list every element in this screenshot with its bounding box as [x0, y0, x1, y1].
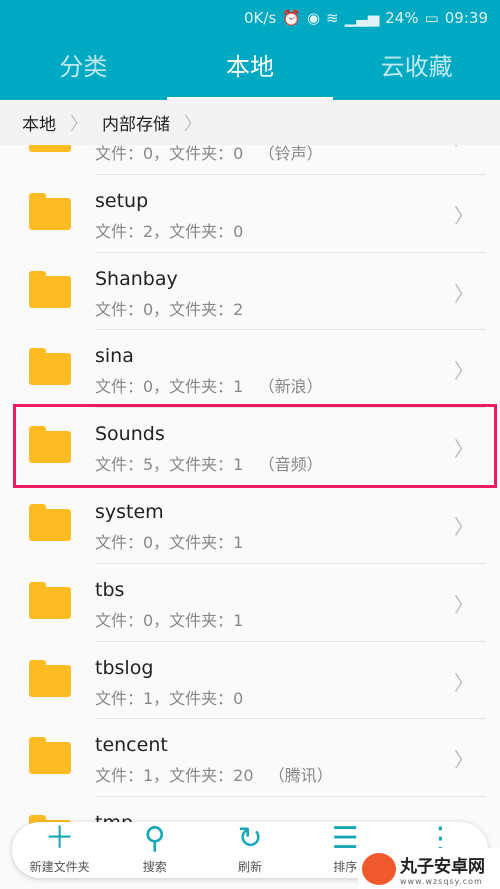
chevron-right-icon: 〉 — [454, 281, 474, 306]
tab-local[interactable]: 本地 — [166, 36, 334, 100]
folder-name: Shanbay — [95, 267, 178, 290]
file-row[interactable]: tbslog 文件：1，文件夹：0 〉 — [0, 641, 500, 720]
file-row[interactable]: Shanbay 文件：0，文件夹：2 〉 — [0, 252, 500, 331]
plus-icon: ＋ — [44, 821, 75, 856]
alarm-icon: ⏰ — [282, 9, 301, 27]
network-speed: 0K/s — [244, 9, 277, 27]
folder-icon — [29, 737, 71, 775]
tab-bar: 分类 本地 云收藏 — [0, 36, 500, 100]
tab-cloud[interactable]: 云收藏 — [333, 36, 500, 100]
folder-meta: 文件：0，文件夹：1 — [95, 610, 244, 630]
refresh-icon: ↻ — [237, 821, 263, 856]
status-bar: 0K/s ⏰ ◉ ≋ ▁▃▅ 24% ▭ 09:39 — [0, 0, 500, 36]
folder-icon — [29, 503, 71, 541]
folder-name: sina — [95, 345, 134, 368]
folder-icon — [29, 348, 71, 386]
file-row[interactable]: tbs 文件：0，文件夹：1 〉 — [0, 563, 500, 642]
folder-icon — [29, 581, 71, 619]
folder-name: tencent — [95, 734, 168, 757]
chevron-right-icon: 〉 — [454, 748, 474, 773]
highlight-box — [13, 404, 497, 488]
search-icon: ⚲ — [143, 821, 166, 856]
watermark: 丸子安卓网 www.wzsqsy.com — [358, 848, 500, 889]
file-row[interactable]: sina 文件：0，文件夹：1 （新浪） 〉 — [0, 329, 500, 409]
chevron-right-icon: 〉 — [184, 113, 202, 135]
folder-meta: 文件：1，文件夹：0 — [95, 688, 244, 708]
search-button[interactable]: ⚲ 搜索 — [107, 822, 202, 878]
breadcrumb-local[interactable]: 本地 — [22, 110, 56, 135]
chevron-right-icon: 〉 — [454, 670, 474, 695]
folder-meta: 文件：2，文件夹：0 — [95, 221, 244, 241]
folder-icon — [29, 270, 71, 308]
signal-icon: ▁▃▅ — [344, 9, 380, 27]
new-folder-button[interactable]: ＋新建文件夹 — [12, 822, 107, 878]
watermark-logo — [362, 852, 396, 885]
file-row[interactable]: system 文件：0，文件夹：1 〉 — [0, 485, 500, 564]
chevron-right-icon: 〉 — [454, 359, 474, 384]
folder-name: tbslog — [95, 656, 154, 679]
file-row[interactable]: setup 文件：2，文件夹：0 〉 — [0, 174, 500, 253]
chevron-right-icon: 〉 — [70, 113, 88, 135]
folder-meta: 文件：0，文件夹：1 — [95, 532, 244, 552]
chevron-right-icon: 〉 — [454, 592, 474, 617]
folder-name: tbs — [95, 578, 125, 601]
breadcrumb: 本地 〉 内部存储 〉 — [0, 100, 500, 145]
clock: 09:39 — [444, 9, 488, 27]
folder-meta: 文件：1，文件夹：20 （腾讯） — [95, 766, 333, 786]
chevron-right-icon: 〉 — [454, 203, 474, 228]
eye-icon: ◉ — [306, 9, 321, 27]
folder-icon — [29, 192, 71, 230]
folder-icon — [29, 659, 71, 697]
battery-icon: ▭ — [424, 9, 439, 27]
battery-percent: 24% — [385, 9, 419, 27]
file-row[interactable]: tencent 文件：1，文件夹：20 （腾讯） 〉 — [0, 718, 500, 798]
tab-category[interactable]: 分类 — [0, 36, 167, 100]
folder-name: system — [95, 500, 164, 523]
folder-meta: 文件：0，文件夹：2 — [95, 299, 244, 319]
folder-name: setup — [95, 189, 149, 212]
refresh-button[interactable]: ↻ 刷新 — [202, 822, 297, 878]
breadcrumb-internal-storage[interactable]: 内部存储 — [102, 110, 170, 135]
folder-meta: 文件：0，文件夹：1 （新浪） — [95, 377, 323, 397]
wifi-icon: ≋ — [326, 9, 339, 27]
chevron-right-icon: 〉 — [454, 514, 474, 539]
